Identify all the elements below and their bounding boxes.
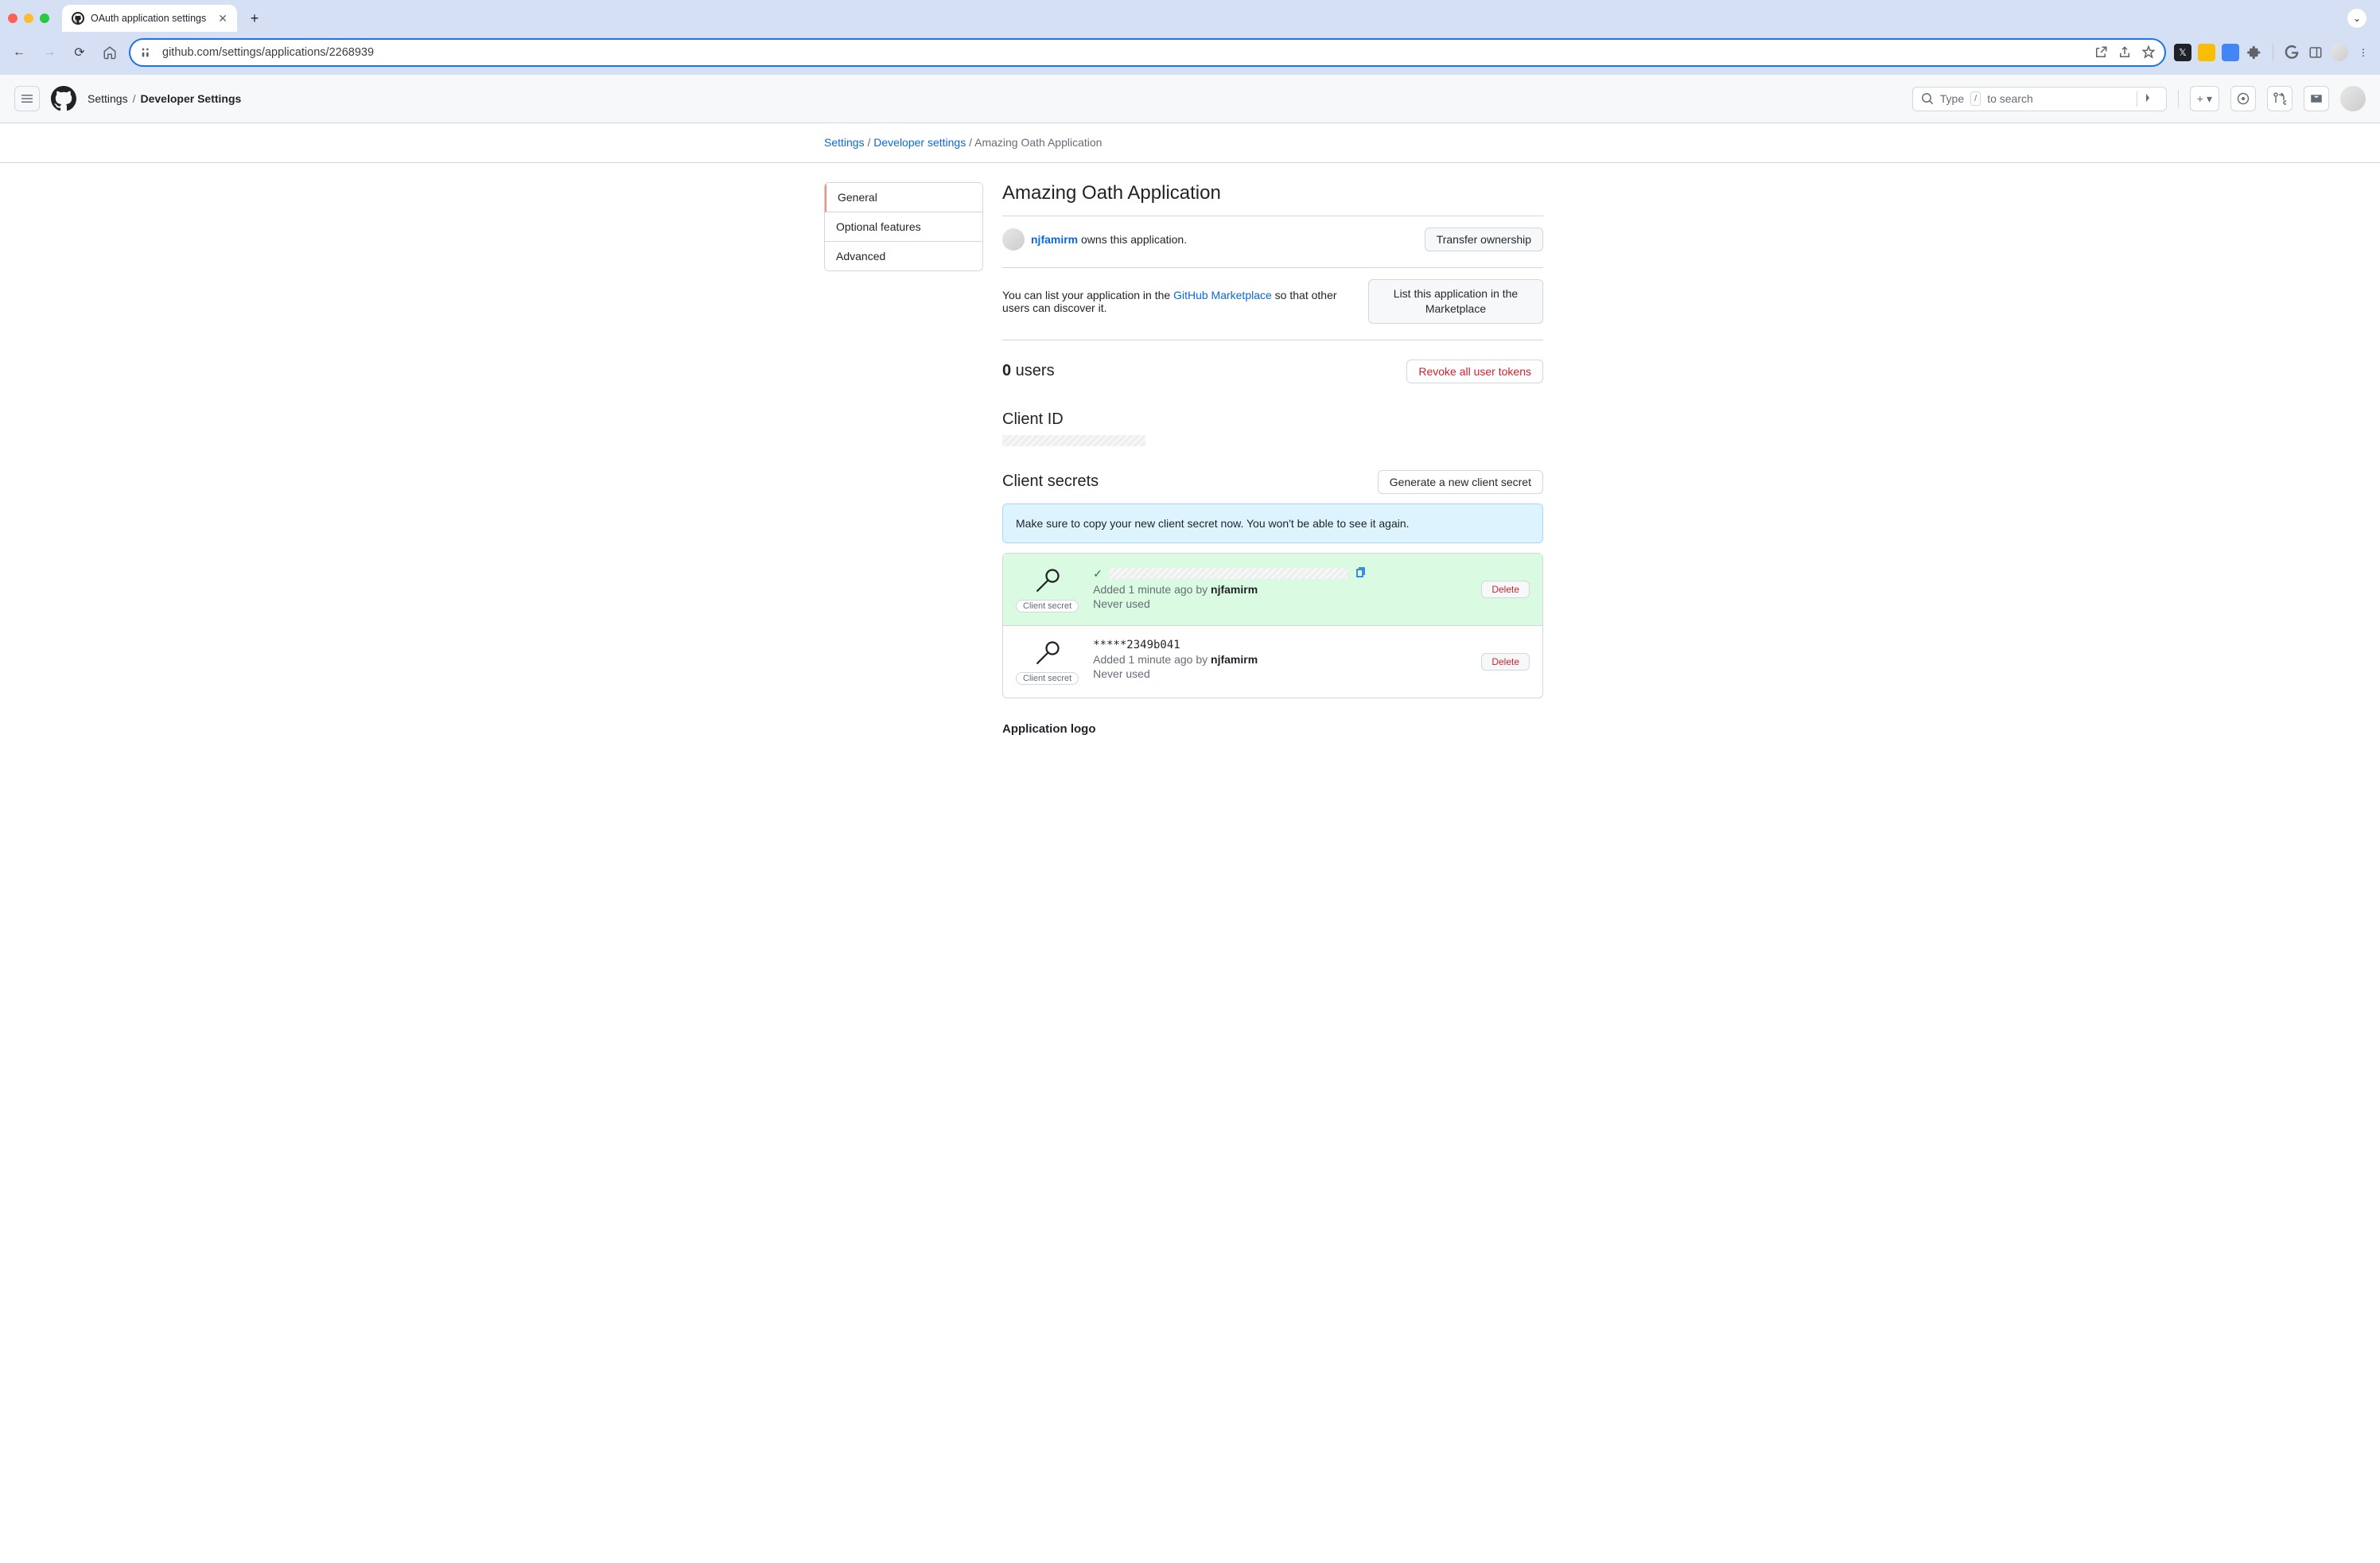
window-controls xyxy=(8,14,49,23)
plus-icon: + xyxy=(2197,92,2203,105)
page-breadcrumb: Settings / Developer settings / Amazing … xyxy=(824,123,1556,162)
flash-message: Make sure to copy your new client secret… xyxy=(1002,504,1543,543)
back-button[interactable]: ← xyxy=(8,41,30,64)
breadcrumb-devsettings-link[interactable]: Developer settings xyxy=(873,136,966,149)
client-secret-row: Client secret *****2349b041 Added 1 minu… xyxy=(1003,626,1542,698)
forward-button[interactable]: → xyxy=(38,41,60,64)
tab-title: OAuth application settings xyxy=(91,13,212,24)
users-count: 0 users xyxy=(1002,362,1055,380)
window-close[interactable] xyxy=(8,14,18,23)
transfer-ownership-button[interactable]: Transfer ownership xyxy=(1425,227,1543,251)
key-icon xyxy=(1033,566,1062,595)
secret-added-meta: Added 1 minute ago by njfamirm xyxy=(1093,583,1467,596)
close-icon[interactable]: ✕ xyxy=(218,12,228,25)
client-secrets-list: Client secret ✓ Added 1 minute ago by nj… xyxy=(1002,553,1543,698)
address-bar[interactable]: github.com/settings/applications/2268939 xyxy=(129,38,2166,67)
client-id-heading: Client ID xyxy=(1002,410,1543,429)
breadcrumb-current: Developer Settings xyxy=(140,92,241,105)
slash-key-icon: / xyxy=(1970,91,1981,106)
owner-suffix: owns this application. xyxy=(1078,233,1187,246)
tab-bar: OAuth application settings ✕ + ⌄ xyxy=(0,0,2380,32)
browser-chrome: OAuth application settings ✕ + ⌄ ← → ⟳ g… xyxy=(0,0,2380,75)
delete-secret-button[interactable]: Delete xyxy=(1481,653,1530,671)
pull-requests-button[interactable] xyxy=(2267,86,2292,111)
application-logo-heading: Application logo xyxy=(1002,722,1543,736)
search-icon xyxy=(1921,92,1934,105)
extensions-menu-icon[interactable] xyxy=(2246,44,2263,61)
client-secret-row: Client secret ✓ Added 1 minute ago by nj… xyxy=(1003,554,1542,626)
create-new-button[interactable]: + ▾ xyxy=(2190,86,2219,111)
secret-label: Client secret xyxy=(1016,600,1079,612)
window-fullscreen[interactable] xyxy=(40,14,49,23)
key-icon xyxy=(1033,639,1062,667)
owner-link[interactable]: njfamirm xyxy=(1031,233,1078,246)
search-input[interactable]: Type / to search xyxy=(1912,87,2167,111)
check-icon: ✓ xyxy=(1093,567,1102,581)
header-breadcrumb: Settings / Developer Settings xyxy=(88,92,241,105)
client-id-value xyxy=(1002,435,1145,446)
secret-value-masked: *****2349b041 xyxy=(1093,639,1467,651)
extension-icons: 𝕏 ⋮ xyxy=(2174,44,2372,61)
main-content: Amazing Oath Application njfamirm owns t… xyxy=(1002,182,1543,736)
chrome-profile-avatar[interactable] xyxy=(2331,44,2348,61)
google-icon[interactable] xyxy=(2283,44,2300,61)
user-avatar[interactable] xyxy=(2340,86,2366,111)
site-info-icon[interactable] xyxy=(138,45,154,60)
share-icon[interactable] xyxy=(2117,45,2133,60)
secret-used-meta: Never used xyxy=(1093,597,1467,610)
owner-avatar[interactable] xyxy=(1002,228,1025,251)
search-placeholder-suffix: to search xyxy=(1987,92,2033,105)
new-tab-button[interactable]: + xyxy=(243,7,266,29)
secret-used-meta: Never used xyxy=(1093,667,1467,680)
command-palette-icon[interactable] xyxy=(2137,91,2158,107)
tabs-dropdown[interactable]: ⌄ xyxy=(2347,8,2367,29)
browser-tab[interactable]: OAuth application settings ✕ xyxy=(62,5,237,32)
search-placeholder-prefix: Type xyxy=(1940,92,1964,105)
extension-icon[interactable]: 𝕏 xyxy=(2174,44,2191,61)
generate-secret-button[interactable]: Generate a new client secret xyxy=(1378,470,1543,494)
breadcrumb-sep: / xyxy=(133,92,136,105)
github-logo[interactable] xyxy=(51,86,76,111)
chevron-down-icon: ▾ xyxy=(2207,92,2212,106)
github-header: Settings / Developer Settings Type / to … xyxy=(0,75,2380,123)
issues-button[interactable] xyxy=(2230,86,2256,111)
delete-secret-button[interactable]: Delete xyxy=(1481,581,1530,598)
sidebar-item-optional[interactable]: Optional features xyxy=(825,212,982,242)
nav-menu-button[interactable] xyxy=(14,86,40,111)
breadcrumb-settings-link[interactable]: Settings xyxy=(824,136,865,149)
url-text: github.com/settings/applications/2268939 xyxy=(162,46,2085,59)
extension-icon[interactable] xyxy=(2222,44,2239,61)
side-nav: General Optional features Advanced xyxy=(824,182,983,736)
breadcrumb-current: Amazing Oath Application xyxy=(974,136,1102,149)
client-secrets-heading: Client secrets xyxy=(1002,472,1099,491)
reload-button[interactable]: ⟳ xyxy=(68,41,91,64)
divider xyxy=(2178,90,2179,107)
address-row: ← → ⟳ github.com/settings/applications/2… xyxy=(0,32,2380,75)
chrome-menu-icon[interactable]: ⋮ xyxy=(2355,44,2372,61)
copy-icon[interactable] xyxy=(1354,566,1367,581)
page-title: Amazing Oath Application xyxy=(1002,182,1543,204)
open-new-icon[interactable] xyxy=(2093,45,2109,60)
revoke-tokens-button[interactable]: Revoke all user tokens xyxy=(1406,360,1543,383)
secret-value-redacted xyxy=(1109,568,1348,579)
window-minimize[interactable] xyxy=(24,14,33,23)
notifications-button[interactable] xyxy=(2304,86,2329,111)
marketplace-link[interactable]: GitHub Marketplace xyxy=(1173,289,1272,301)
list-marketplace-button[interactable]: List this application in the Marketplace xyxy=(1368,279,1543,324)
home-button[interactable] xyxy=(99,41,121,64)
extension-icon[interactable] xyxy=(2198,44,2215,61)
owner-text: njfamirm owns this application. xyxy=(1031,233,1187,246)
secret-label: Client secret xyxy=(1016,672,1079,685)
breadcrumb-settings[interactable]: Settings xyxy=(88,92,128,105)
secret-added-meta: Added 1 minute ago by njfamirm xyxy=(1093,653,1467,666)
bookmark-icon[interactable] xyxy=(2141,45,2156,60)
marketplace-text: You can list your application in the Git… xyxy=(1002,289,1352,314)
sidebar-item-advanced[interactable]: Advanced xyxy=(825,242,982,270)
github-favicon xyxy=(72,12,84,25)
sidepanel-icon[interactable] xyxy=(2307,44,2324,61)
address-actions xyxy=(2093,45,2156,60)
sidebar-item-general[interactable]: General xyxy=(825,183,982,212)
